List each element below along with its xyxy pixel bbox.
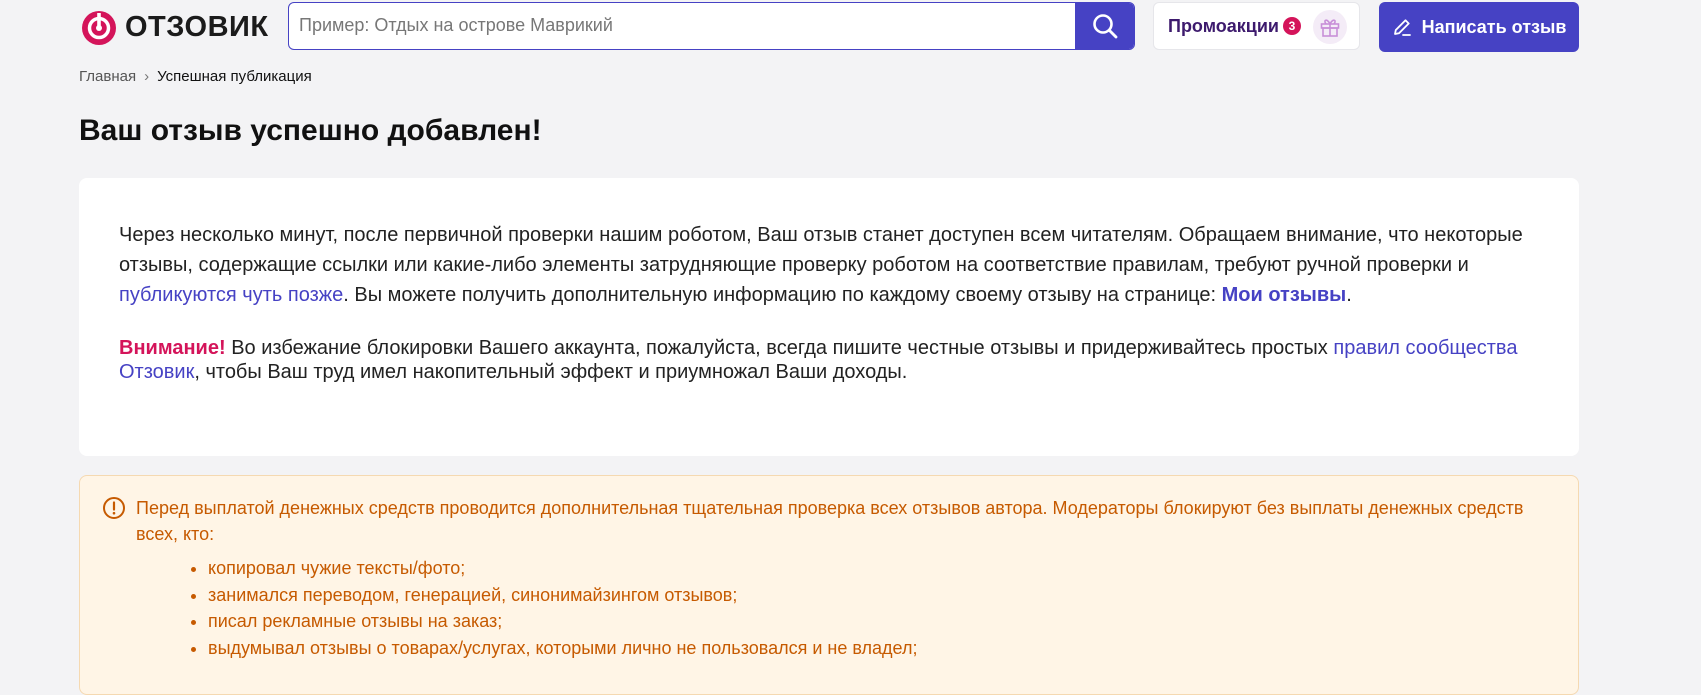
notice-list-item: копировал чужие тексты/фото; [208,555,1556,582]
notice-header: Перед выплатой денежных средств проводит… [102,495,1556,547]
promo-count-badge: 3 [1282,17,1301,35]
breadcrumb-separator: › [144,68,150,85]
promo-button[interactable]: Промоакции 3 [1153,2,1360,50]
search-box [288,2,1135,50]
payment-notice: Перед выплатой денежных средств проводит… [79,475,1579,695]
alert-circle-icon [103,497,125,519]
write-review-label: Написать отзыв [1421,16,1567,37]
breadcrumb-current: Успешная публикация [157,68,312,85]
warning-paragraph: Внимание! Во избежание блокировки Вашего… [119,336,1539,384]
my-reviews-link[interactable]: Мои отзывы [1222,284,1347,306]
breadcrumb: Главная › Успешная публикация [79,68,312,85]
info-card: Через несколько минут, после первичной п… [79,178,1579,456]
info-paragraph: Через несколько минут, после первичной п… [119,220,1539,310]
notice-list-item: занимался переводом, генерацией, синоним… [208,582,1556,609]
logo-icon [82,11,116,45]
write-review-button[interactable]: Написать отзыв [1379,2,1579,52]
warning-label: Внимание! [119,337,226,359]
search-icon [1092,14,1117,39]
notice-list-item: писал рекламные отзывы на заказ; [208,608,1556,635]
notice-text: Перед выплатой денежных средств проводит… [136,498,1524,544]
info-text: Через несколько минут, после первичной п… [119,224,1523,276]
notice-list: копировал чужие тексты/фото; занимался п… [102,555,1556,661]
info-text: . Вы можете получить дополнительную инфо… [343,284,1222,306]
info-text: . [1346,284,1352,306]
logo[interactable]: ОТЗОВИК [79,7,269,47]
notice-list-item: выдумывал отзывы о товарах/услугах, кото… [208,635,1556,662]
breadcrumb-home[interactable]: Главная [79,68,136,85]
search-button[interactable] [1075,3,1134,49]
logo-text: ОТЗОВИК [125,10,269,43]
header: ОТЗОВИК Промоакции 3 Написать отзыв [79,0,1579,52]
published-later-link[interactable]: публикуются чуть позже [119,284,343,306]
page-title: Ваш отзыв успешно добавлен! [79,114,542,147]
gift-icon [1313,10,1347,44]
pencil-icon [1393,19,1411,36]
search-input[interactable] [289,3,1089,48]
warning-text: , чтобы Ваш труд имел накопительный эффе… [194,361,908,383]
warning-text: Во избежание блокировки Вашего аккаунта,… [225,337,1334,359]
promo-label: Промоакции [1168,15,1279,36]
